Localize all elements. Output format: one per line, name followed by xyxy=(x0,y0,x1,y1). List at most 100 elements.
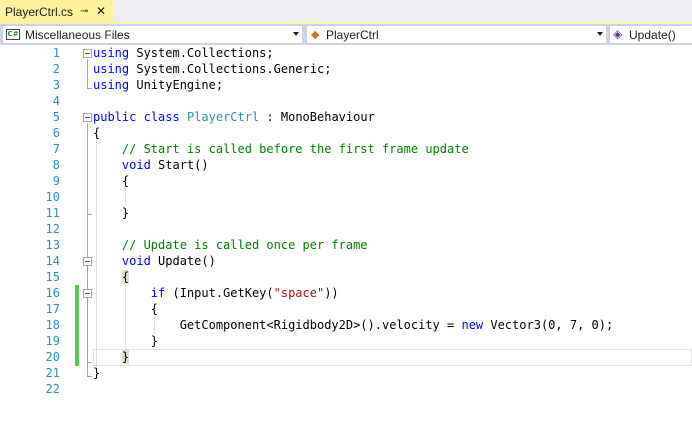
changed-lines-indicator xyxy=(75,285,79,366)
line-number: 22 xyxy=(45,382,60,396)
line-number: 10 xyxy=(45,190,60,204)
code-text: System.Collections; xyxy=(129,46,274,60)
code-text: (Input.GetKey( xyxy=(165,286,274,300)
line-number: 1 xyxy=(52,46,60,60)
project-dropdown[interactable]: C# Miscellaneous Files xyxy=(2,25,303,44)
code-line-15: { xyxy=(93,269,130,285)
code-text: Vector3(0, 7, 0); xyxy=(483,318,614,332)
keyword: using xyxy=(93,62,130,76)
csharp-file-icon: C# xyxy=(6,29,20,40)
outline-tick xyxy=(87,362,92,363)
code-line-13: // Update is called once per frame xyxy=(93,238,368,252)
class-dropdown-label: PlayerCtrl xyxy=(326,28,379,42)
line-number: 11 xyxy=(45,206,60,220)
line-number: 6 xyxy=(52,126,60,140)
chevron-down-icon[interactable] xyxy=(293,32,299,36)
collapse-usings-toggle[interactable] xyxy=(83,49,92,58)
keyword: using xyxy=(93,78,130,92)
keyword: if xyxy=(150,286,166,300)
collapse-if-toggle[interactable] xyxy=(83,289,92,298)
code-text: )) xyxy=(324,286,339,300)
line-number: 7 xyxy=(52,142,60,156)
line-number: 12 xyxy=(45,222,60,236)
matched-brace: { xyxy=(121,270,130,284)
outline-tick xyxy=(87,88,92,89)
code-line-2: using System.Collections.Generic; xyxy=(93,61,331,77)
line-number: 15 xyxy=(45,270,60,284)
type-name: PlayerCtrl xyxy=(186,110,260,124)
line-number: 16 xyxy=(45,286,60,300)
code-line-1: using System.Collections; xyxy=(93,45,274,61)
tab-label: PlayerCtrl.cs xyxy=(5,5,74,19)
project-dropdown-label: Miscellaneous Files xyxy=(25,28,130,42)
code-line-6: { xyxy=(93,126,101,140)
line-number: 20 xyxy=(45,350,60,364)
current-line-highlight xyxy=(93,349,692,366)
line-number: 3 xyxy=(52,78,60,92)
line-number: 9 xyxy=(52,174,60,188)
code-text: System.Collections.Generic; xyxy=(129,62,332,76)
method-icon: ◈ xyxy=(613,27,623,41)
outline-line xyxy=(87,295,88,363)
outline-tick xyxy=(87,376,92,377)
code-line-11: } xyxy=(93,206,130,220)
code-line-3: using UnityEngine; xyxy=(93,77,223,93)
code-line-17: { xyxy=(93,302,159,316)
collapse-update-toggle[interactable] xyxy=(83,257,92,266)
keyword: void xyxy=(121,254,151,268)
code-text: GetComponent<Rigidbody2D>().velocity = xyxy=(93,318,462,332)
line-number: 17 xyxy=(45,302,60,316)
code-line-7: // Start is called before the first fram… xyxy=(93,142,469,156)
line-number: 8 xyxy=(52,158,60,172)
outline-line xyxy=(87,59,88,89)
outline-tick xyxy=(87,214,92,215)
line-number: 13 xyxy=(45,238,60,252)
keyword: public xyxy=(93,110,137,124)
tab-playerctrl-cs[interactable]: PlayerCtrl.cs ⊸ ✕ xyxy=(0,0,113,24)
keyword: class xyxy=(143,110,180,124)
code-line-16: if (Input.GetKey("space")) xyxy=(93,285,339,301)
line-number: 21 xyxy=(45,366,60,380)
code-line-20: } xyxy=(93,349,130,365)
keyword: new xyxy=(461,318,484,332)
code-line-8: void Start() xyxy=(93,157,209,173)
class-icon: ◆ xyxy=(311,29,320,41)
chevron-down-icon[interactable] xyxy=(597,32,603,36)
document-tab-strip: PlayerCtrl.cs ⊸ ✕ xyxy=(0,0,692,24)
member-dropdown-label: Update() xyxy=(629,28,676,42)
line-number: 2 xyxy=(52,62,60,76)
code-line-19: } xyxy=(93,334,159,348)
keyword: using xyxy=(93,46,130,60)
close-icon[interactable]: ✕ xyxy=(96,4,106,18)
code-text: Update() xyxy=(150,254,216,268)
code-line-18: GetComponent<Rigidbody2D>().velocity = n… xyxy=(93,317,614,333)
line-number: 14 xyxy=(45,254,60,268)
member-dropdown[interactable]: ◈ Update() xyxy=(609,25,692,44)
code-line-21: } xyxy=(93,366,101,380)
line-number: 19 xyxy=(45,334,60,348)
line-number: 4 xyxy=(52,94,60,108)
code-editor[interactable]: 1 2 3 4 5 6 7 8 9 10 11 12 13 14 15 16 1… xyxy=(0,45,692,425)
pin-icon[interactable]: ⊸ xyxy=(80,6,88,17)
class-dropdown[interactable]: ◆ PlayerCtrl xyxy=(306,25,607,44)
code-text: : MonoBehaviour xyxy=(259,110,375,124)
code-line-9: { xyxy=(93,174,130,188)
line-number: 5 xyxy=(52,110,60,124)
collapse-class-toggle[interactable] xyxy=(83,113,92,122)
line-number: 18 xyxy=(45,318,60,332)
string-literal: "space" xyxy=(273,286,325,300)
code-line-14: void Update() xyxy=(93,253,216,269)
keyword: void xyxy=(121,158,151,172)
code-text: UnityEngine; xyxy=(129,78,224,92)
outline-line xyxy=(87,163,88,215)
code-line-5: public class PlayerCtrl : MonoBehaviour xyxy=(93,109,375,125)
indent-guide xyxy=(125,189,126,205)
code-text: Start() xyxy=(150,158,209,172)
